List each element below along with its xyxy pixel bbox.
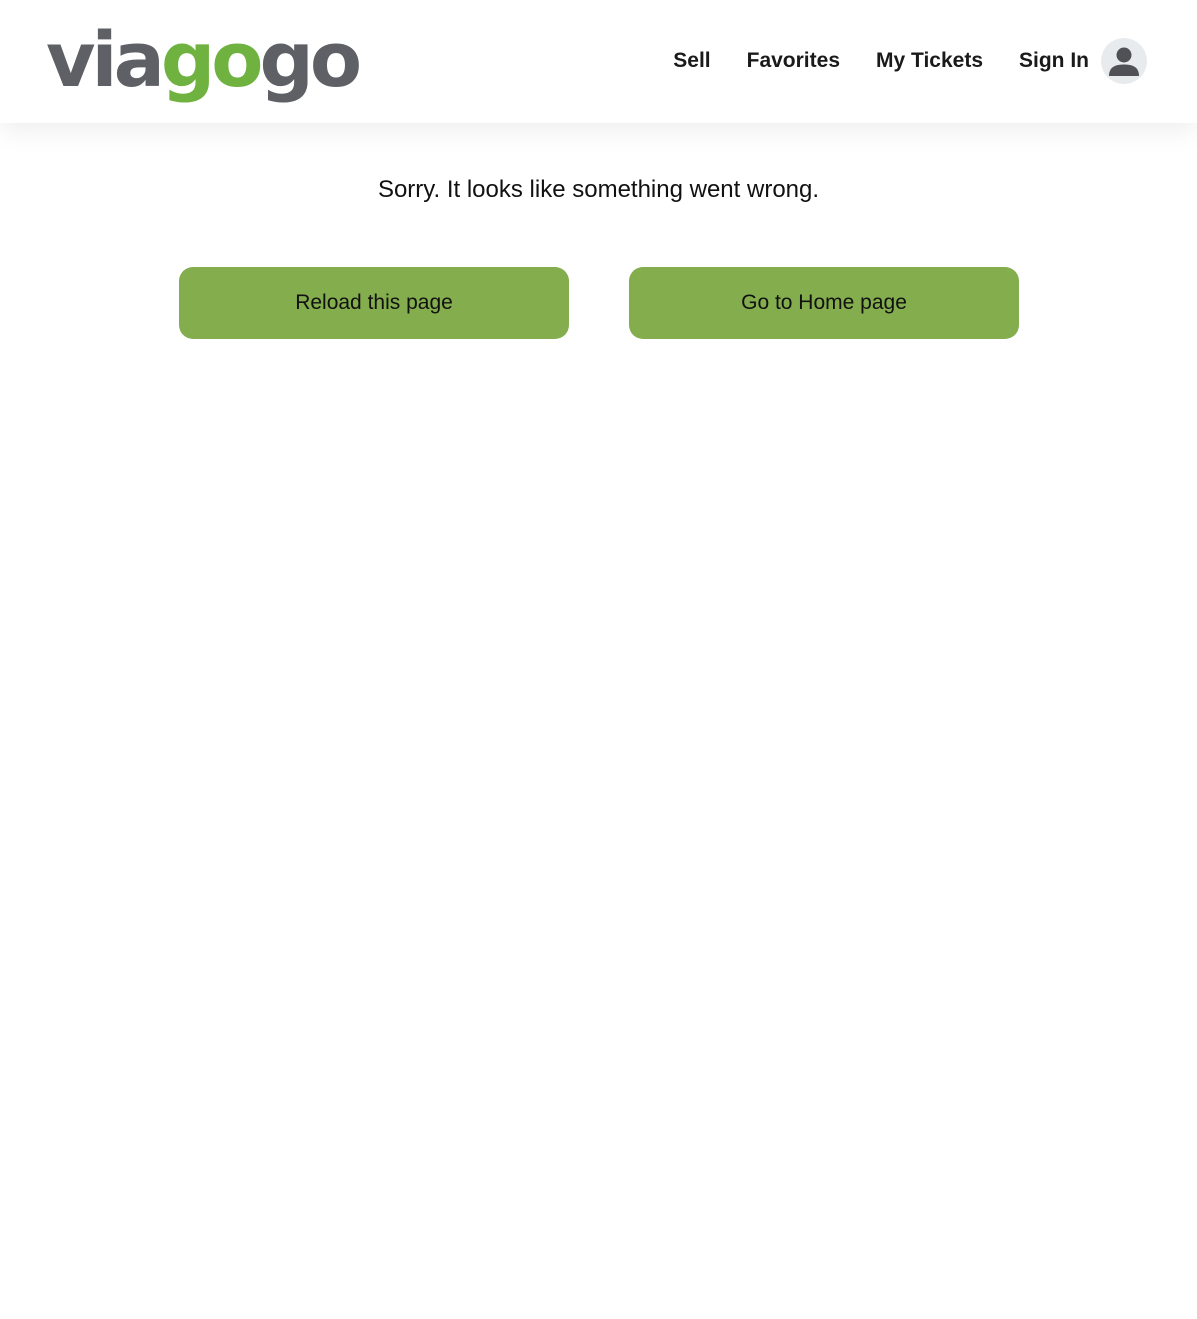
nav-sell-link[interactable]: Sell <box>673 49 710 73</box>
logo-text-via: via <box>46 15 165 104</box>
go-home-button[interactable]: Go to Home page <box>629 267 1019 339</box>
site-header: via go go Sell Favorites My Tickets Sign I… <box>0 0 1197 123</box>
nav-my-tickets-link[interactable]: My Tickets <box>876 49 983 73</box>
avatar[interactable] <box>1101 38 1147 84</box>
logo-text-go-green: go <box>160 15 264 104</box>
nav-favorites-link[interactable]: Favorites <box>747 49 840 73</box>
user-icon <box>1109 47 1139 76</box>
nav-sign-in-link[interactable]: Sign In <box>1019 49 1089 73</box>
reload-page-button[interactable]: Reload this page <box>179 267 569 339</box>
logo-text-go-grey: go <box>259 15 363 104</box>
viagogo-logo[interactable]: via go go <box>46 14 363 106</box>
main-nav: Sell Favorites My Tickets Sign In <box>673 37 1147 85</box>
error-message: Sorry. It looks like something went wron… <box>377 176 820 203</box>
